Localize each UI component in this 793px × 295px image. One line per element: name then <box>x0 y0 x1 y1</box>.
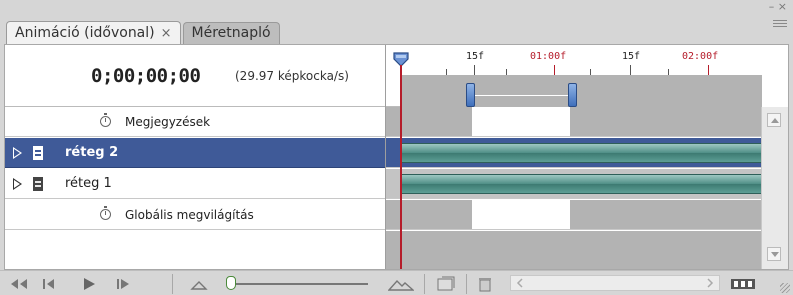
time-ruler[interactable]: 15f 01:00f 15f 02:00f <box>386 45 762 107</box>
playhead-line[interactable] <box>400 65 402 269</box>
trash-icon[interactable] <box>476 275 494 293</box>
current-time-display[interactable]: 0;00;00;00 <box>91 65 201 87</box>
track-layer-1[interactable] <box>386 169 762 199</box>
row-label: Globális megvilágítás <box>125 207 254 222</box>
close-panel-button[interactable]: × <box>778 0 787 13</box>
work-area-range <box>472 200 570 229</box>
row-global-lighting[interactable]: Globális megvilágítás <box>5 200 385 230</box>
new-frames-icon[interactable] <box>436 275 456 293</box>
row-label: Megjegyzések <box>125 114 211 129</box>
ruler-tick <box>474 65 475 75</box>
film-layer-icon <box>33 145 43 160</box>
expand-triangle-icon[interactable] <box>13 146 22 159</box>
panel-menu-icon[interactable] <box>773 18 787 28</box>
zoom-out-mountain-icon[interactable] <box>190 275 208 293</box>
timeline-area[interactable]: 15f 01:00f 15f 02:00f <box>385 45 762 269</box>
zoom-slider-track[interactable] <box>228 283 368 285</box>
toolbar-separator <box>466 274 467 294</box>
film-layer-icon <box>33 176 43 191</box>
resize-grip-icon[interactable] <box>780 283 790 293</box>
frame-rate-label: (29.97 képkocka/s) <box>235 69 349 83</box>
play-icon[interactable] <box>80 275 98 293</box>
ruler-tick <box>708 65 709 75</box>
ruler-tick <box>590 69 591 75</box>
tab-animation-timeline[interactable]: Animáció (idővonal) × <box>6 21 181 44</box>
tab-label: Animáció (idővonal) <box>15 24 155 41</box>
timeline-content: 0;00;00;00 (29.97 képkocka/s) Megjegyzés… <box>4 44 789 270</box>
ruler-tick <box>630 65 631 75</box>
track-global-lighting[interactable] <box>386 200 762 230</box>
ruler-tick <box>506 69 507 75</box>
ruler-tick <box>668 69 669 75</box>
next-frame-icon[interactable] <box>114 275 134 293</box>
row-comments[interactable]: Megjegyzések <box>5 107 385 137</box>
expand-triangle-icon[interactable] <box>13 177 22 190</box>
minimize-button[interactable]: – <box>769 0 775 13</box>
work-area-start-handle[interactable] <box>466 83 475 107</box>
track-comments[interactable] <box>386 107 762 137</box>
stopwatch-icon[interactable] <box>100 206 111 220</box>
frame-animation-icon[interactable] <box>730 275 756 293</box>
row-layer-2[interactable]: réteg 2 <box>5 138 385 168</box>
zoom-in-mountain-icon[interactable] <box>388 275 414 293</box>
toolbar-separator <box>424 274 425 294</box>
vertical-scrollbar[interactable] <box>761 107 788 269</box>
ruler-tick <box>554 65 555 75</box>
timecode-header: 0;00;00;00 (29.97 képkocka/s) <box>5 45 385 107</box>
window-controls: – × <box>769 0 787 27</box>
tab-measurement-log[interactable]: Méretnapló <box>182 22 280 44</box>
tab-bar: Animáció (idővonal) × Méretnapló <box>6 21 282 44</box>
scroll-up-icon[interactable] <box>767 113 781 127</box>
row-label: réteg 2 <box>65 145 119 160</box>
work-area-end-handle[interactable] <box>568 83 577 107</box>
playback-toolbar <box>0 270 793 295</box>
toolbar-separator <box>172 274 173 294</box>
work-area-range <box>472 107 570 136</box>
row-layer-1[interactable]: réteg 1 <box>5 169 385 199</box>
close-tab-icon[interactable]: × <box>161 23 172 44</box>
track-layer-2[interactable] <box>386 138 762 168</box>
ruler-tick <box>446 69 447 75</box>
zoom-slider-knob[interactable] <box>226 276 236 290</box>
layer-duration-bar[interactable] <box>402 174 762 194</box>
layer-list: 0;00;00;00 (29.97 képkocka/s) Megjegyzés… <box>5 45 385 269</box>
scroll-down-icon[interactable] <box>767 247 781 261</box>
ruler-label: 01:00f <box>530 51 567 62</box>
previous-frame-icon[interactable] <box>40 275 58 293</box>
animation-panel: – × Animáció (idővonal) × Méretnapló 0;0… <box>0 0 793 295</box>
scroll-right-icon[interactable] <box>705 278 715 288</box>
track-empty <box>386 231 762 269</box>
ruler-band <box>402 75 762 107</box>
first-frame-icon[interactable] <box>8 275 30 293</box>
work-area-bar[interactable] <box>472 95 570 96</box>
scroll-left-icon[interactable] <box>515 278 525 288</box>
stopwatch-icon[interactable] <box>100 113 111 127</box>
layer-duration-bar[interactable] <box>402 143 762 163</box>
horizontal-scrollbar[interactable] <box>510 275 720 291</box>
ruler-label: 15f <box>622 51 641 62</box>
row-label: réteg 1 <box>65 176 112 191</box>
tab-label: Méretnapló <box>191 25 271 41</box>
ruler-label: 15f <box>466 51 485 62</box>
ruler-label: 02:00f <box>682 51 719 62</box>
